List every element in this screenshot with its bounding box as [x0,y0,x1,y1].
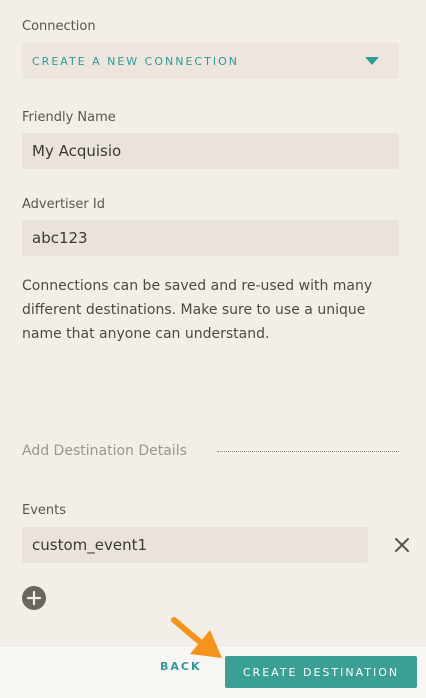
connection-select[interactable]: CREATE A NEW CONNECTION [22,43,399,79]
section-title: Add Destination Details [22,443,187,459]
connection-select-value: CREATE A NEW CONNECTION [32,54,239,68]
close-icon[interactable] [393,536,411,554]
events-label: Events [22,503,67,518]
plus-circle-icon[interactable] [22,586,46,610]
connection-help-text: Connections can be saved and re-used wit… [22,278,373,342]
connection-label: Connection [22,19,96,34]
friendly-name-label: Friendly Name [22,110,116,125]
section-divider [217,451,399,452]
advertiser-id-label: Advertiser Id [22,197,105,212]
chevron-down-icon [365,57,379,65]
event-input[interactable]: custom_event1 [22,527,368,563]
create-destination-button[interactable]: CREATE DESTINATION [225,656,417,688]
friendly-name-input[interactable]: My Acquisio [22,133,399,169]
arrow-icon [171,617,222,658]
advertiser-id-input[interactable]: abc123 [22,220,399,256]
